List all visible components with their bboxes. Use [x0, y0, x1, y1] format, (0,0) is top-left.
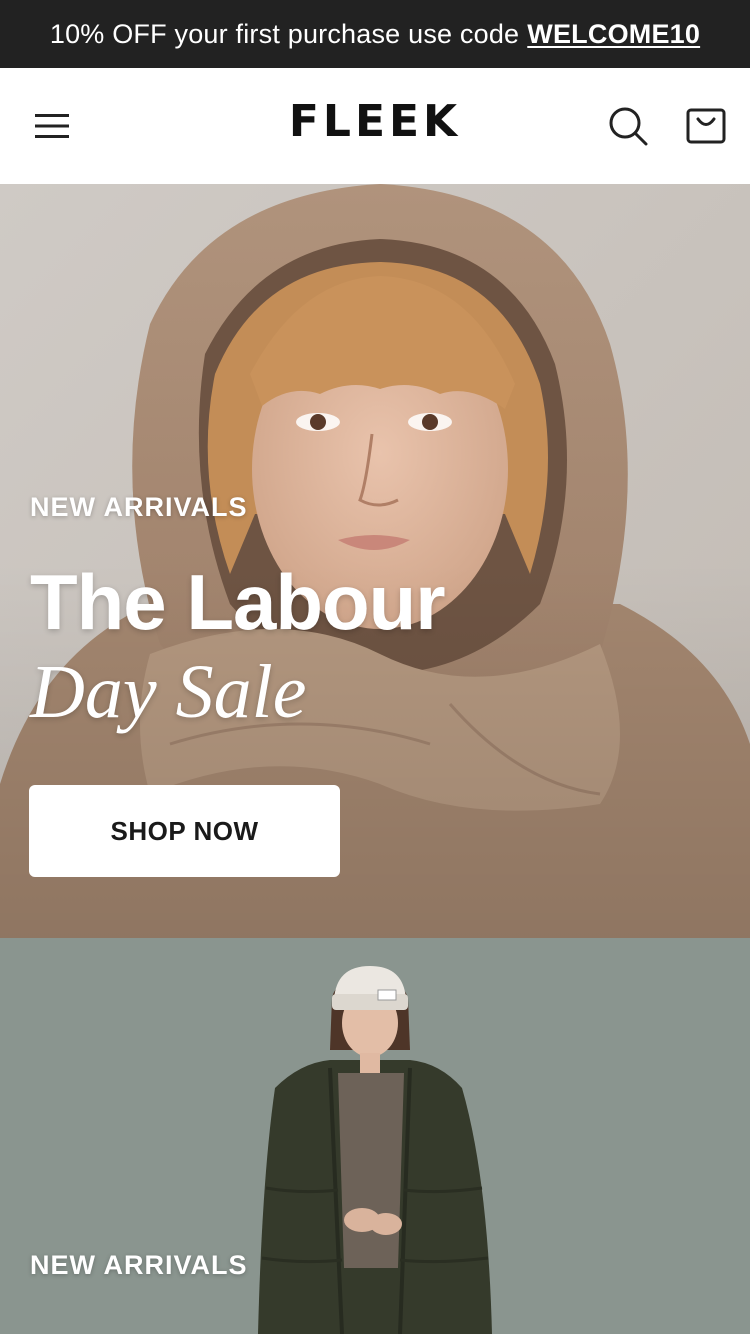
hero-banner-primary[interactable]: NEW ARRIVALS The Labour Day Sale SHOP NO… — [0, 184, 750, 938]
hero-eyebrow: NEW ARRIVALS — [30, 492, 248, 522]
hero-eyebrow-secondary: NEW ARRIVALS — [30, 1250, 248, 1280]
announcement-bar: 10% OFF your first purchase use code WEL… — [0, 0, 750, 68]
search-icon — [609, 107, 648, 146]
promo-code[interactable]: WELCOME10 — [527, 19, 700, 50]
hero-title-italic: Day Sale — [30, 650, 307, 734]
shop-now-button[interactable]: SHOP NOW — [29, 785, 340, 877]
cart-button[interactable] — [676, 98, 736, 154]
hero-title: The Labour — [30, 558, 446, 646]
shopping-bag-icon — [686, 108, 726, 144]
site-header: FLEEK — [0, 68, 750, 184]
hero-banner-secondary[interactable]: NEW ARRIVALS — [0, 938, 750, 1334]
announcement-text: 10% OFF your first purchase use code — [49, 18, 520, 49]
search-button[interactable] — [598, 98, 658, 154]
